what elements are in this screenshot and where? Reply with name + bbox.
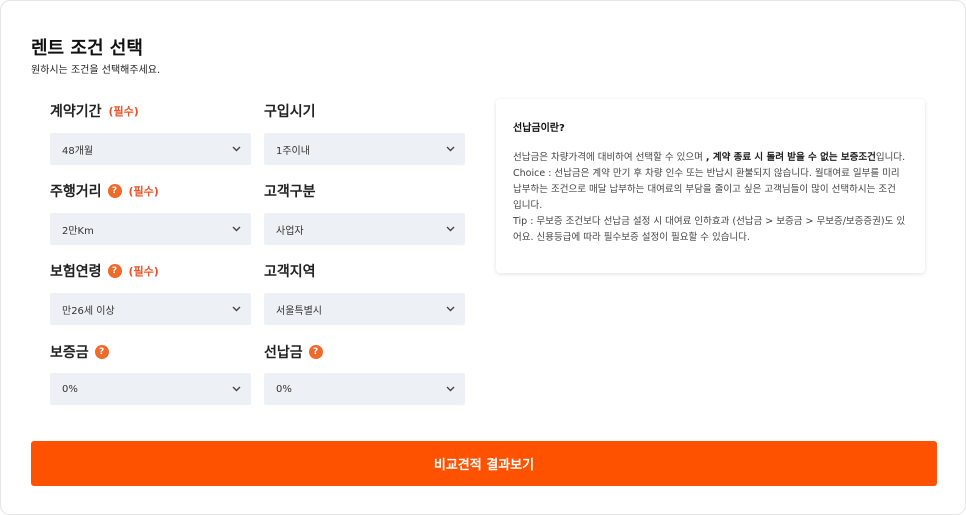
question-circle-icon[interactable]: ?: [94, 345, 109, 359]
panel: 렌트 조건 선택 원하시는 조건을 선택해주세요. 계약기간 (필수) 48개월…: [0, 0, 966, 515]
info-paragraph: 선납금은 차량가격에 대비하여 선택할 수 있으며 , 계약 종료 시 돌려 받…: [513, 150, 907, 166]
prepayment-label-text: 선납금: [264, 345, 303, 361]
compare-quote-button[interactable]: 비교견적 결과보기: [31, 441, 937, 486]
deposit-value: 0%: [62, 383, 78, 395]
customer-region-select[interactable]: 서울특별시: [264, 293, 465, 325]
chevron-down-icon: [445, 144, 455, 154]
chevron-down-icon: [231, 224, 241, 234]
chevron-down-icon: [445, 224, 455, 234]
contract-period-label: 계약기간 (필수): [50, 101, 139, 121]
customer-type-label: 고객구분: [264, 181, 316, 201]
prepayment-label: 선납금 ?: [264, 342, 323, 362]
customer-region-label: 고객지역: [264, 261, 316, 281]
info-text: 선납금은 차량가격에 대비하여 선택할 수 있으며: [513, 152, 706, 163]
contract-period-select[interactable]: 48개월: [50, 133, 251, 165]
info-text: 입니다.: [875, 152, 906, 163]
info-emphasis: , 계약 종료 시 돌려 받을 수 없는 보증조건: [705, 152, 876, 163]
prepayment-select[interactable]: 0%: [264, 373, 465, 405]
chevron-down-icon: [231, 384, 241, 394]
page-title: 렌트 조건 선택: [31, 38, 143, 59]
mileage-label-text: 주행거리: [50, 184, 102, 200]
chevron-down-icon: [445, 304, 455, 314]
mileage-value: 2만Km: [62, 225, 94, 237]
mileage-select[interactable]: 2만Km: [50, 213, 251, 245]
insurance-age-value: 만26세 이상: [62, 305, 115, 317]
contract-period-label-text: 계약기간: [50, 104, 102, 120]
required-mark: (필수): [108, 105, 139, 118]
purchase-time-label-text: 구입시기: [264, 104, 316, 120]
customer-type-label-text: 고객구분: [264, 184, 316, 200]
insurance-age-select[interactable]: 만26세 이상: [50, 293, 251, 325]
customer-type-value: 사업자: [276, 225, 304, 237]
prepayment-info-card: 선납금이란? 선납금은 차량가격에 대비하여 선택할 수 있으며 , 계약 종료…: [496, 99, 925, 273]
required-mark: (필수): [128, 265, 159, 278]
info-paragraph: Choice : 선납금은 계약 만기 후 차량 인수 또는 반납시 환불되지 …: [513, 168, 900, 211]
purchase-time-label: 구입시기: [264, 101, 316, 121]
mileage-label: 주행거리 ? (필수): [50, 181, 159, 201]
purchase-time-value: 1주이내: [276, 145, 310, 157]
info-paragraph: Tip : 무보증 조건보다 선납금 설정 시 대여료 인하효과 (선납금 > …: [513, 216, 906, 243]
chevron-down-icon: [445, 384, 455, 394]
chevron-down-icon: [231, 144, 241, 154]
customer-type-select[interactable]: 사업자: [264, 213, 465, 245]
insurance-age-label-text: 보험연령: [50, 264, 102, 280]
purchase-time-select[interactable]: 1주이내: [264, 133, 465, 165]
deposit-label: 보증금 ?: [50, 342, 109, 362]
insurance-age-label: 보험연령 ? (필수): [50, 261, 159, 281]
customer-region-label-text: 고객지역: [264, 264, 316, 280]
contract-period-value: 48개월: [62, 145, 94, 157]
page-subtitle: 원하시는 조건을 선택해주세요.: [31, 65, 161, 76]
prepayment-value: 0%: [276, 383, 292, 395]
info-title: 선납금이란?: [513, 123, 565, 134]
chevron-down-icon: [231, 304, 241, 314]
deposit-label-text: 보증금: [50, 345, 89, 361]
customer-region-value: 서울특별시: [276, 305, 322, 317]
question-circle-icon[interactable]: ?: [107, 184, 122, 198]
deposit-select[interactable]: 0%: [50, 373, 251, 405]
info-body: 선납금은 차량가격에 대비하여 선택할 수 있으며 , 계약 종료 시 돌려 받…: [513, 150, 907, 246]
question-circle-icon[interactable]: ?: [308, 345, 323, 359]
required-mark: (필수): [128, 185, 159, 198]
question-circle-icon[interactable]: ?: [107, 264, 122, 278]
